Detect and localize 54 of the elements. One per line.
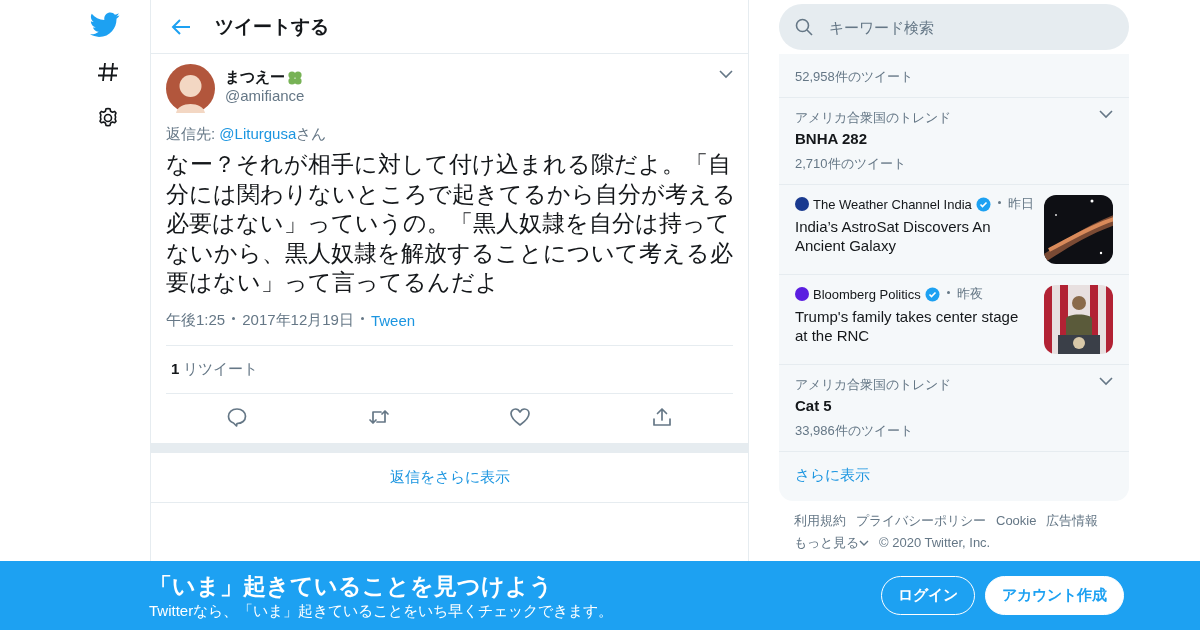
heart-icon[interactable] — [509, 405, 532, 428]
tweet-count: 33,986件のツイート — [795, 422, 914, 440]
news-headline[interactable]: India’s AstroSat Discovers An Ancient Galaxy — [795, 217, 1034, 255]
footer-link[interactable]: 広告情報 — [1046, 513, 1099, 529]
copyright-text: © 2020 Twitter, Inc. — [879, 535, 991, 551]
trend-context: アメリカ合衆国のトレンド — [795, 376, 952, 394]
source-name[interactable]: Bloomberg Politics — [813, 286, 921, 302]
hashtag-icon[interactable] — [96, 60, 120, 84]
retweet-count[interactable]: 1 — [171, 359, 180, 379]
reply-to-text: 返信先: @Liturgusaさん — [166, 125, 328, 144]
more-menu-link[interactable]: もっと見る — [794, 535, 869, 551]
tweet-count: 52,958件のツイート — [795, 68, 914, 86]
share-icon[interactable] — [651, 405, 674, 428]
retweet-label[interactable]: リツイート — [183, 359, 259, 379]
tweet-text: なー？それが相手に対して付け込まれる隙だよ。「自分には関わりないところで起きてるから自分が考える必要はない」っていうの。「黒人奴隷を自分は持ってないから、黒人奴隷を解放することについて考える必要はない」って言ってるんだよ — [166, 150, 736, 297]
signup-button[interactable]: アカウント作成 — [985, 576, 1124, 615]
tweet-time[interactable]: 午後1:25 — [166, 310, 226, 330]
page-title: ツイートする — [215, 14, 329, 39]
separator-dot — [360, 316, 364, 320]
separator-dot — [232, 316, 236, 320]
footer-link[interactable]: プライバシーポリシー — [856, 513, 986, 529]
tweet-date[interactable]: 2017年12月19日 — [242, 310, 354, 330]
trend-title[interactable]: Cat 5 — [795, 397, 1113, 414]
banner-subtitle: Twitterなら、「いま」起きていることをいち早くチェックできます。 — [149, 601, 615, 621]
trend-context: アメリカ合衆国のトレンド — [795, 109, 952, 127]
clover-icon — [286, 68, 304, 87]
caret-icon — [859, 539, 869, 547]
post-time: 昨夜 — [956, 285, 983, 303]
source-link[interactable]: Tween — [370, 311, 416, 329]
trend-title[interactable]: BNHA 282 — [795, 130, 1113, 147]
footer-link[interactable]: Cookie — [996, 513, 1037, 529]
mention-link[interactable]: @Liturgusa — [219, 125, 297, 142]
user-handle[interactable]: @amifiance — [225, 87, 305, 104]
show-more-link[interactable]: さらに表示 — [795, 466, 870, 483]
banner-title: 「いま」起きていることを見つけよう — [149, 571, 554, 601]
separator-dot — [946, 291, 950, 294]
search-field[interactable]: キーワード検索 — [827, 17, 1107, 37]
separator-dot — [997, 201, 1001, 204]
post-time: 昨日 — [1007, 195, 1034, 213]
chevron-down-icon[interactable] — [1099, 110, 1113, 119]
back-arrow-icon[interactable] — [171, 17, 191, 36]
search-bar[interactable]: キーワード検索 — [779, 4, 1129, 50]
source-name[interactable]: The Weather Channel India — [813, 196, 972, 212]
show-more-replies-link[interactable]: 返信をさらに表示 — [389, 467, 510, 487]
reply-icon[interactable] — [225, 405, 248, 428]
bird-logo-icon[interactable] — [90, 12, 120, 38]
avatar[interactable] — [166, 64, 215, 113]
chevron-down-icon[interactable] — [719, 70, 733, 79]
user-name[interactable]: まつえー — [225, 68, 285, 87]
chevron-down-icon[interactable] — [1099, 377, 1113, 386]
news-headline[interactable]: Trump's family takes center stage at the RNC — [795, 307, 1034, 345]
footer-link[interactable]: 利用規約 — [794, 513, 846, 529]
search-icon — [795, 18, 813, 36]
tweet-count: 2,710件のツイート — [795, 155, 907, 173]
